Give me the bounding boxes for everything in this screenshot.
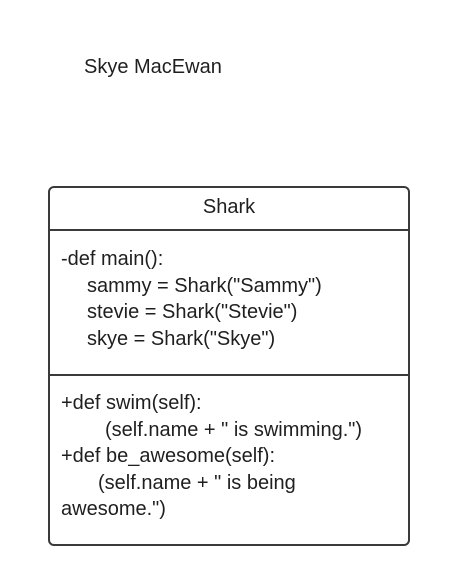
class-name-section: Shark [50,188,408,231]
operation-line: (self.name + " is swimming.") [105,419,363,441]
attributes-section: -def main(): sammy = Shark("Sammy") stev… [50,231,408,376]
author-name: Skye MacEwan [84,56,222,78]
uml-class-box: Shark -def main(): sammy = Shark("Sammy"… [48,186,410,546]
attribute-line: -def main(): [61,248,164,270]
operation-line: awesome.") [61,498,166,520]
class-name: Shark [202,196,256,218]
attribute-line: stevie = Shark("Stevie") [87,301,298,323]
operation-line: +def swim(self): [61,392,202,414]
operations-section: +def swim(self): (self.name + " is swimm… [50,376,408,544]
operation-line: +def be_awesome(self): [61,445,276,467]
attribute-line: skye = Shark("Skye") [87,328,276,350]
operation-line: (self.name + " is being [98,472,296,494]
attribute-line: sammy = Shark("Sammy") [87,275,322,297]
